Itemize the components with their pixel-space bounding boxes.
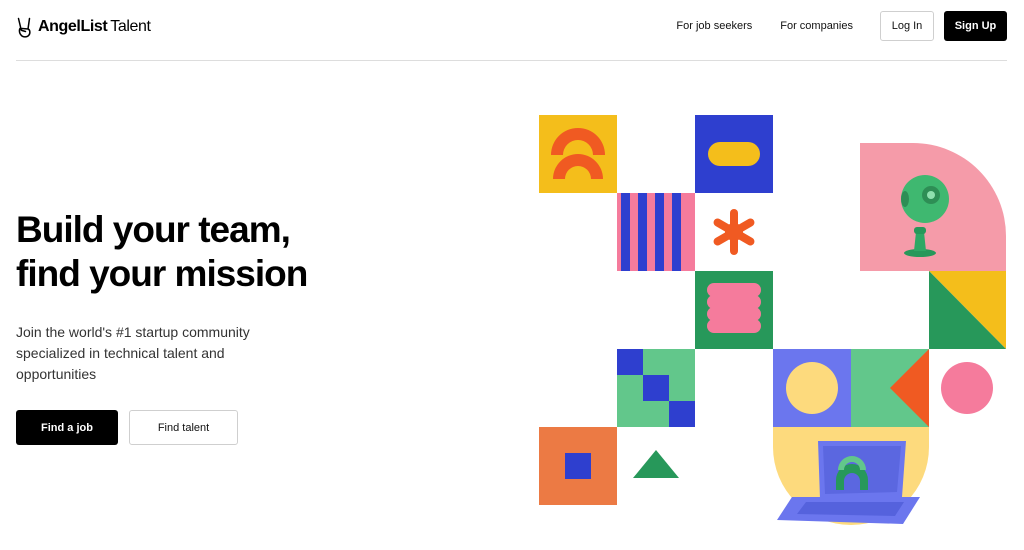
- hero-title-line-2: find your mission: [16, 253, 308, 294]
- nav-link-companies[interactable]: For companies: [780, 20, 853, 32]
- main-nav: For job seekers For companies Log In Sig…: [676, 11, 1007, 41]
- hero-title: Build your team, find your mission: [16, 208, 336, 296]
- logo-product: Talent: [110, 18, 151, 35]
- find-job-button[interactable]: Find a job: [16, 410, 118, 445]
- nav-link-job-seekers[interactable]: For job seekers: [676, 20, 752, 32]
- wavy-tile: [695, 271, 773, 349]
- split-triangle-tile: [929, 271, 1006, 349]
- asterisk-shape: [713, 209, 755, 255]
- victory-hand-icon: [17, 17, 31, 38]
- square-tile: [539, 427, 617, 505]
- triangle-shape: [633, 450, 679, 478]
- logo[interactable]: AngelList Talent: [16, 15, 151, 39]
- circle-shape: [941, 362, 993, 414]
- arches-tile: [539, 115, 617, 193]
- find-talent-button[interactable]: Find talent: [129, 410, 238, 445]
- top-nav-bar: AngelList Talent For job seekers For comp…: [16, 0, 1007, 61]
- pill-tile: [695, 115, 773, 193]
- hero-title-line-1: Build your team,: [16, 209, 291, 250]
- circle-tile: [773, 349, 851, 427]
- signup-button[interactable]: Sign Up: [944, 11, 1007, 41]
- cta-group: Find a job Find talent: [16, 410, 238, 445]
- arrow-tile: [851, 349, 929, 427]
- hero-subtitle: Join the world's #1 startup community sp…: [16, 324, 250, 382]
- stripes-tile: [617, 193, 695, 271]
- logo-brand: AngelList: [38, 18, 108, 35]
- checker-tile: [617, 349, 695, 427]
- login-button[interactable]: Log In: [880, 11, 934, 41]
- hero-illustration: [539, 115, 1006, 525]
